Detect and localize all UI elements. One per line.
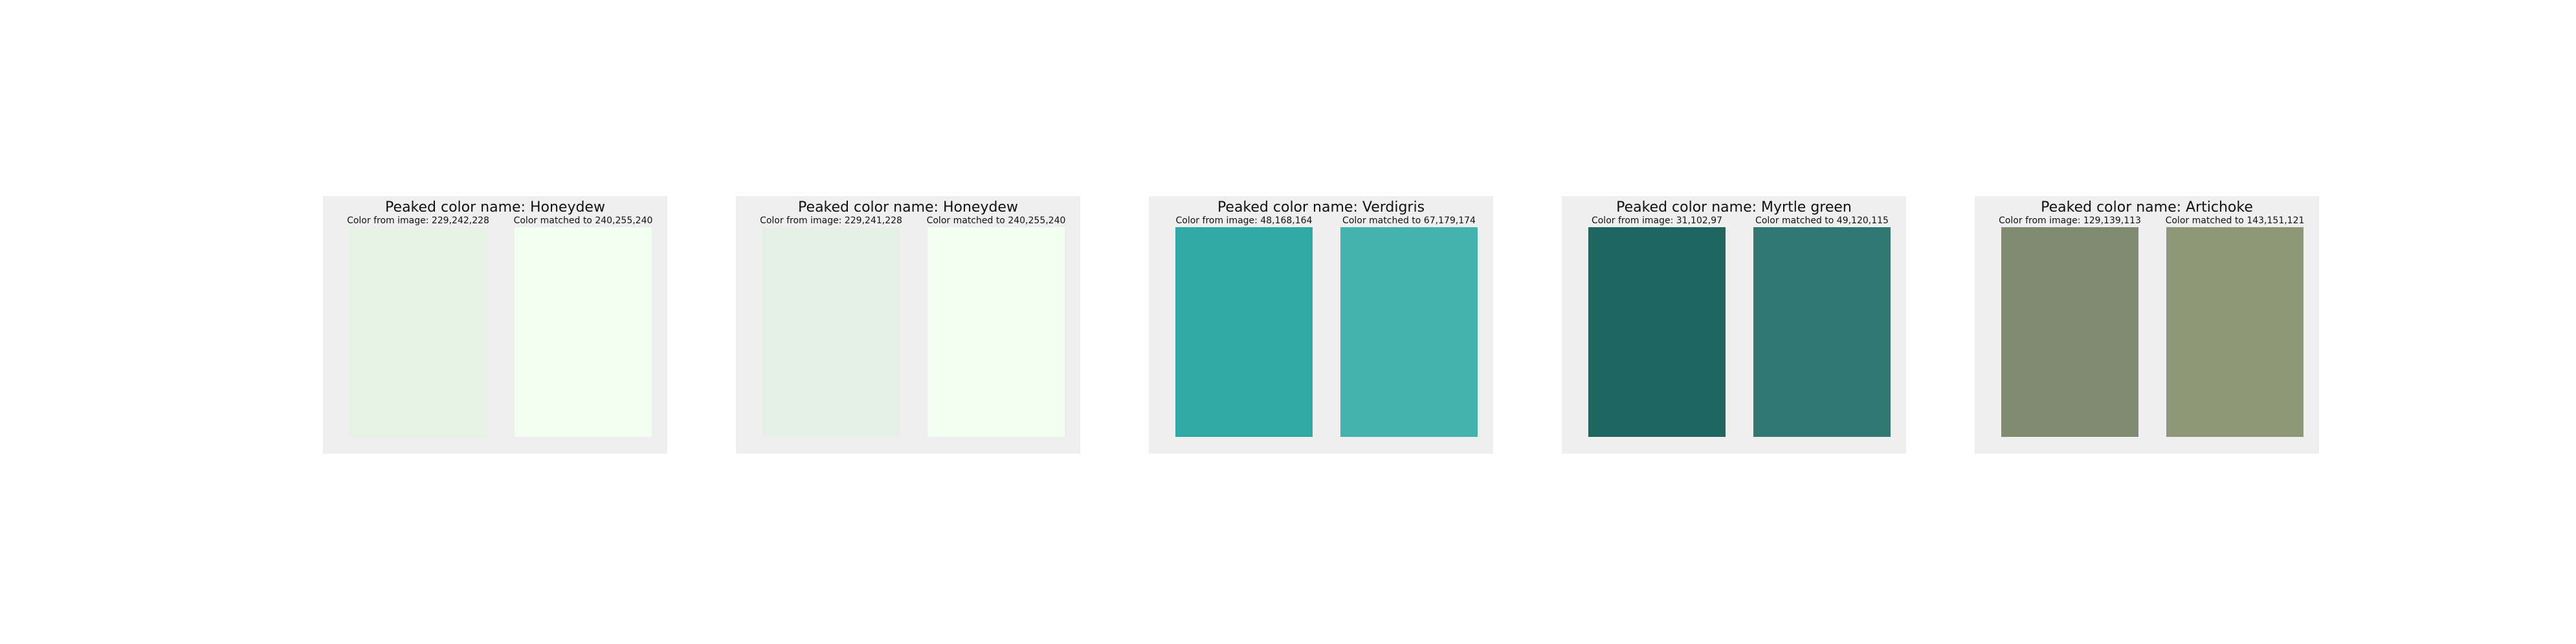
image-color-swatch [1588, 227, 1726, 437]
image-color-label: Color from image: 129,139,113 [1999, 216, 2141, 226]
image-color-label: Color from image: 229,241,228 [760, 216, 902, 226]
panel-title: Peaked color name: Honeydew [798, 199, 1018, 216]
color-panel-4: Peaked color name: Myrtle green Color fr… [1562, 196, 1906, 454]
panel-title: Peaked color name: Artichoke [2041, 199, 2253, 216]
panel-title: Peaked color name: Myrtle green [1616, 199, 1852, 216]
matched-color-swatch [927, 227, 1065, 437]
image-color-swatch [2001, 227, 2138, 437]
panel-title: Peaked color name: Verdigris [1217, 199, 1425, 216]
matched-color-label: Color matched to 67,179,174 [1342, 216, 1476, 226]
matched-color-label: Color matched to 240,255,240 [926, 216, 1066, 226]
matched-color-swatch [1753, 227, 1891, 437]
image-color-swatch [1175, 227, 1313, 437]
matched-color-label: Color matched to 240,255,240 [513, 216, 653, 226]
color-panel-5: Peaked color name: Artichoke Color from … [1975, 196, 2319, 454]
color-panel-1: Peaked color name: Honeydew Color from i… [323, 196, 667, 454]
image-color-label: Color from image: 229,242,228 [347, 216, 489, 226]
matched-color-swatch [2166, 227, 2304, 437]
matched-color-swatch [515, 227, 652, 437]
matched-color-label: Color matched to 49,120,115 [1755, 216, 1889, 226]
image-color-swatch [350, 227, 487, 437]
panel-title: Peaked color name: Honeydew [385, 199, 605, 216]
color-panel-3: Peaked color name: Verdigris Color from … [1149, 196, 1493, 454]
matched-color-label: Color matched to 143,151,121 [2165, 216, 2305, 226]
image-color-label: Color from image: 48,168,164 [1175, 216, 1313, 226]
color-panel-2: Peaked color name: Honeydew Color from i… [736, 196, 1080, 454]
image-color-label: Color from image: 31,102,97 [1591, 216, 1723, 226]
matched-color-swatch [1340, 227, 1478, 437]
image-color-swatch [762, 227, 900, 437]
